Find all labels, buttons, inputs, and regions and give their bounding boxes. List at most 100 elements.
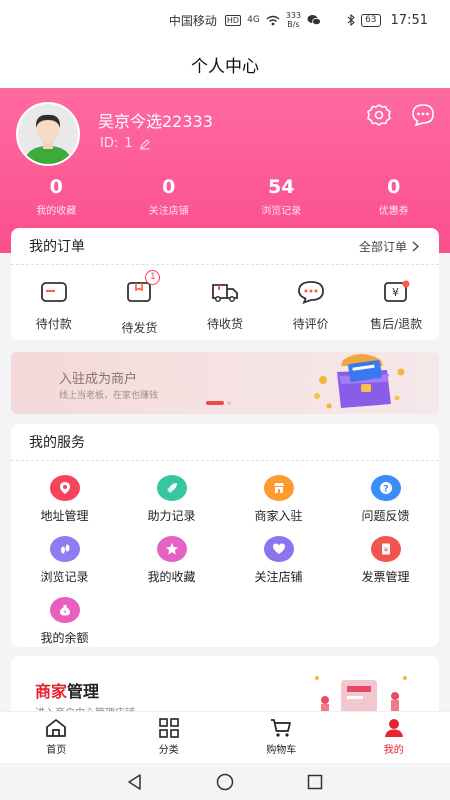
service-browse-history[interactable]: 浏览记录 <box>11 536 118 585</box>
order-after-sales[interactable]: ¥ 售后/退款 <box>353 279 439 336</box>
svg-text:¥: ¥ <box>63 610 67 616</box>
service-address[interactable]: 地址管理 <box>11 475 118 524</box>
stat-label: 我的收藏 <box>36 206 77 217</box>
stat-label: 关注店铺 <box>148 206 189 217</box>
page-title: 个人中心 <box>191 56 259 77</box>
user-id: ID: 1 <box>100 136 151 151</box>
banner-title: 入驻成为商户 <box>59 372 138 387</box>
merchant-join-banner[interactable]: 入驻成为商户 线上当老板，在家也赚钱 <box>11 352 439 414</box>
order-pending-payment[interactable]: 待付款 <box>11 279 97 336</box>
status-bar: 中国移动 HD 4G 333 B/s 63 17:51 <box>0 0 450 40</box>
orders-card: 我的订单 全部订单 待付款 1 待发货 待收货 待评价 ¥ 售后/退款 <box>11 228 439 340</box>
order-pending-review[interactable]: 待评价 <box>268 279 354 336</box>
service-label: 助力记录 <box>147 509 196 523</box>
order-pending-shipment[interactable]: 1 待发货 <box>97 270 183 336</box>
truck-icon <box>212 284 238 303</box>
tab-label: 购物车 <box>266 745 297 756</box>
money-bag-icon: ¥ <box>49 597 80 623</box>
service-invoice[interactable]: ¥ 发票管理 <box>332 536 439 585</box>
home-icon <box>46 719 67 737</box>
order-label: 售后/退款 <box>370 317 423 331</box>
stat-browse-history[interactable]: 54 浏览记录 <box>225 174 338 217</box>
question-icon: ? <box>370 475 401 501</box>
refund-icon: ¥ <box>384 280 410 302</box>
wechat-icon <box>307 15 321 26</box>
username: 吴京今选22333 <box>98 112 213 131</box>
carousel-dot-active <box>206 401 224 405</box>
avatar[interactable] <box>16 102 80 166</box>
service-favorites[interactable]: 我的收藏 <box>118 536 225 585</box>
stat-followed-shops[interactable]: 0 关注店铺 <box>113 174 226 217</box>
services-card: 我的服务 地址管理 助力记录 商家入驻 ? 问题反馈 浏览记录 我的收藏 关注店… <box>11 424 439 647</box>
tab-home[interactable]: 首页 <box>0 712 113 763</box>
location-icon <box>49 475 80 501</box>
merchant-title-accent: 商家 <box>35 682 68 701</box>
svg-text:¥: ¥ <box>383 546 388 554</box>
carousel-indicator[interactable] <box>206 401 231 405</box>
service-label: 我的余额 <box>40 631 89 645</box>
orders-header: 我的订单 全部订单 <box>11 228 439 265</box>
service-boost-records[interactable]: 助力记录 <box>118 475 225 524</box>
wallet-icon <box>40 282 67 302</box>
service-merchant-join[interactable]: 商家入驻 <box>225 475 332 524</box>
services-header: 我的服务 <box>11 424 439 461</box>
recents-icon[interactable] <box>306 773 324 791</box>
net-speed-value: 333 <box>285 11 302 20</box>
tab-label: 分类 <box>158 745 179 756</box>
service-label: 浏览记录 <box>40 570 89 584</box>
service-label: 关注店铺 <box>254 570 303 584</box>
user-icon <box>384 719 403 737</box>
stat-coupons[interactable]: 0 优惠券 <box>338 174 450 217</box>
home-circle-icon[interactable] <box>216 773 234 791</box>
hd-badge: HD <box>224 14 242 26</box>
system-navigation-bar <box>0 763 450 800</box>
stat-value: 54 <box>268 176 295 198</box>
bluetooth-icon <box>347 14 355 26</box>
service-balance[interactable]: ¥ 我的余额 <box>11 597 118 646</box>
service-label: 我的收藏 <box>147 570 196 584</box>
network-type: 4G <box>247 15 260 25</box>
user-id-value: 1 <box>124 136 133 151</box>
chevron-right-icon <box>412 241 419 251</box>
tab-label: 首页 <box>46 745 67 756</box>
clock: 17:51 <box>390 12 428 28</box>
battery-indicator: 63 <box>361 13 381 27</box>
service-feedback[interactable]: ? 问题反馈 <box>332 475 439 524</box>
star-icon <box>156 536 187 562</box>
order-status-row: 待付款 1 待发货 待收货 待评价 ¥ 售后/退款 <box>11 265 439 336</box>
grid-icon <box>158 718 179 738</box>
stat-label: 浏览记录 <box>261 206 302 217</box>
stat-value: 0 <box>162 176 176 198</box>
heart-icon <box>263 536 294 562</box>
services-grid: 地址管理 助力记录 商家入驻 ? 问题反馈 浏览记录 我的收藏 关注店铺 ¥ 发… <box>11 461 439 646</box>
footprint-icon <box>49 536 80 562</box>
service-followed-shops[interactable]: 关注店铺 <box>225 536 332 585</box>
store-icon <box>263 475 294 501</box>
stat-favorites[interactable]: 0 我的收藏 <box>0 174 113 217</box>
stats-row: 0 我的收藏 0 关注店铺 54 浏览记录 0 优惠券 <box>0 174 450 217</box>
merchant-title: 商家管理 <box>35 678 99 702</box>
order-pending-receipt[interactable]: 待收货 <box>182 279 268 336</box>
order-label: 待付款 <box>35 317 72 331</box>
banner-subtitle: 线上当老板，在家也赚钱 <box>59 391 159 401</box>
merchant-management-card[interactable]: 商家管理 进入商户中心管理店铺 <box>11 656 439 716</box>
order-label: 待发货 <box>121 321 158 335</box>
back-icon[interactable] <box>126 773 144 791</box>
order-label: 待收货 <box>206 317 243 331</box>
carrier-name: 中国移动 <box>168 13 217 28</box>
tab-category[interactable]: 分类 <box>113 712 226 763</box>
net-speed-unit: B/s <box>287 20 300 29</box>
user-id-label: ID: <box>100 136 119 151</box>
merchant-illustration <box>315 676 407 714</box>
order-label: 待评价 <box>292 317 329 331</box>
tab-cart[interactable]: 购物车 <box>225 712 338 763</box>
all-orders-link[interactable]: 全部订单 <box>359 238 419 255</box>
svg-text:?: ? <box>383 485 388 495</box>
message-icon[interactable] <box>410 102 436 128</box>
rocket-icon <box>156 475 187 501</box>
edit-icon[interactable] <box>139 138 151 150</box>
carousel-dot <box>227 401 231 405</box>
treasure-chest-illustration <box>314 354 405 409</box>
tab-mine[interactable]: 我的 <box>338 712 450 763</box>
settings-icon[interactable] <box>366 102 392 128</box>
